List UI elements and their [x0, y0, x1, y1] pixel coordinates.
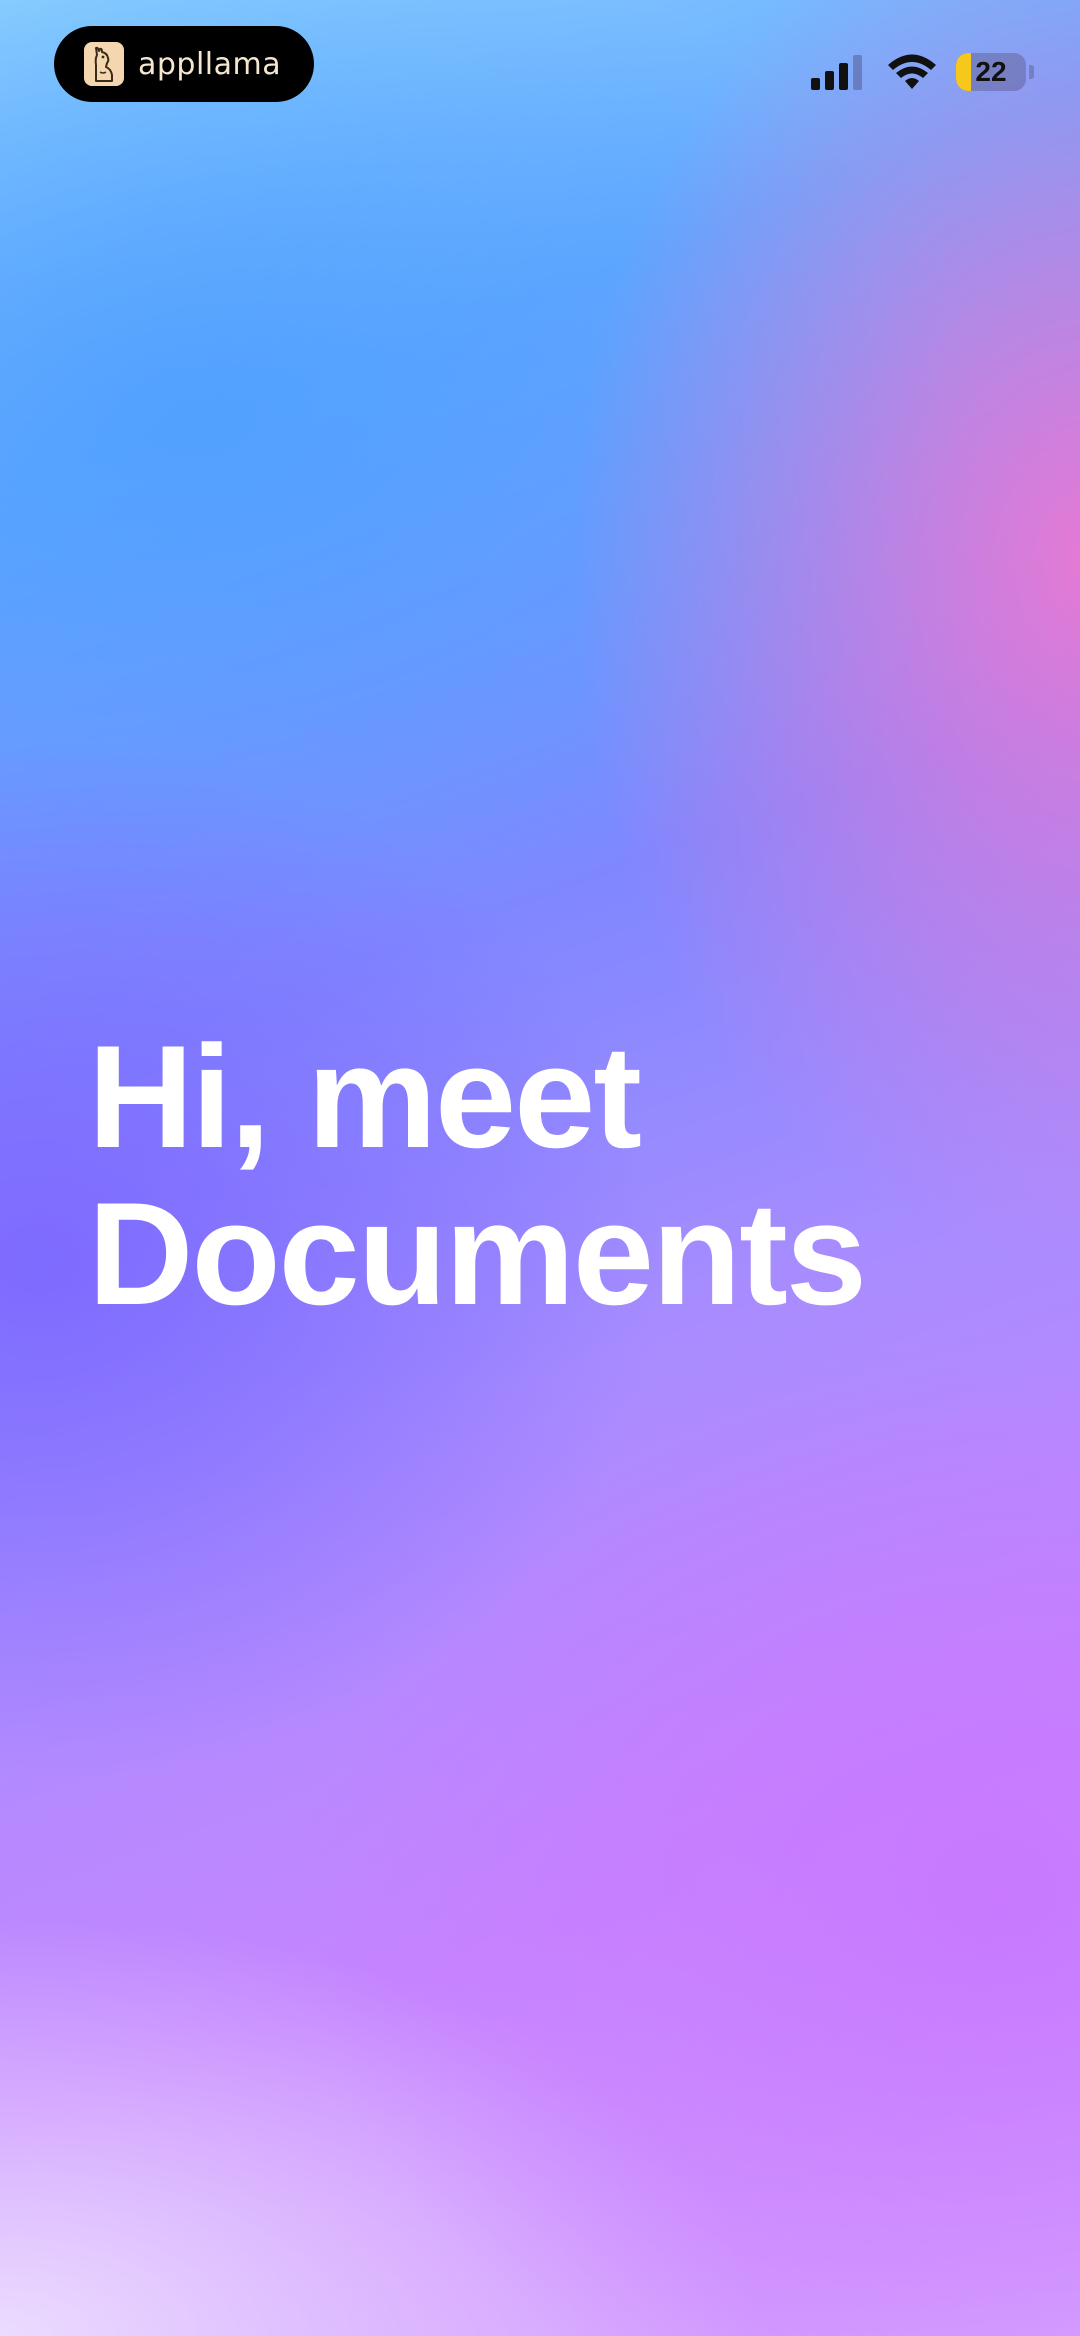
battery-fill	[956, 53, 972, 91]
wifi-icon	[888, 54, 936, 89]
llama-icon	[84, 42, 124, 86]
app-name: appllama	[138, 46, 282, 82]
onboarding-headline: Hi, meet Documents	[88, 1015, 867, 1335]
headline-line-1: Hi, meet	[88, 1015, 642, 1178]
status-bar: 22	[811, 48, 1034, 96]
battery-tip	[1029, 65, 1034, 79]
headline-line-2: Documents	[88, 1172, 867, 1335]
battery-icon: 22	[956, 53, 1026, 91]
battery-level: 22	[975, 56, 1007, 87]
cellular-signal-icon	[811, 54, 862, 90]
app-badge[interactable]: appllama	[54, 26, 314, 102]
